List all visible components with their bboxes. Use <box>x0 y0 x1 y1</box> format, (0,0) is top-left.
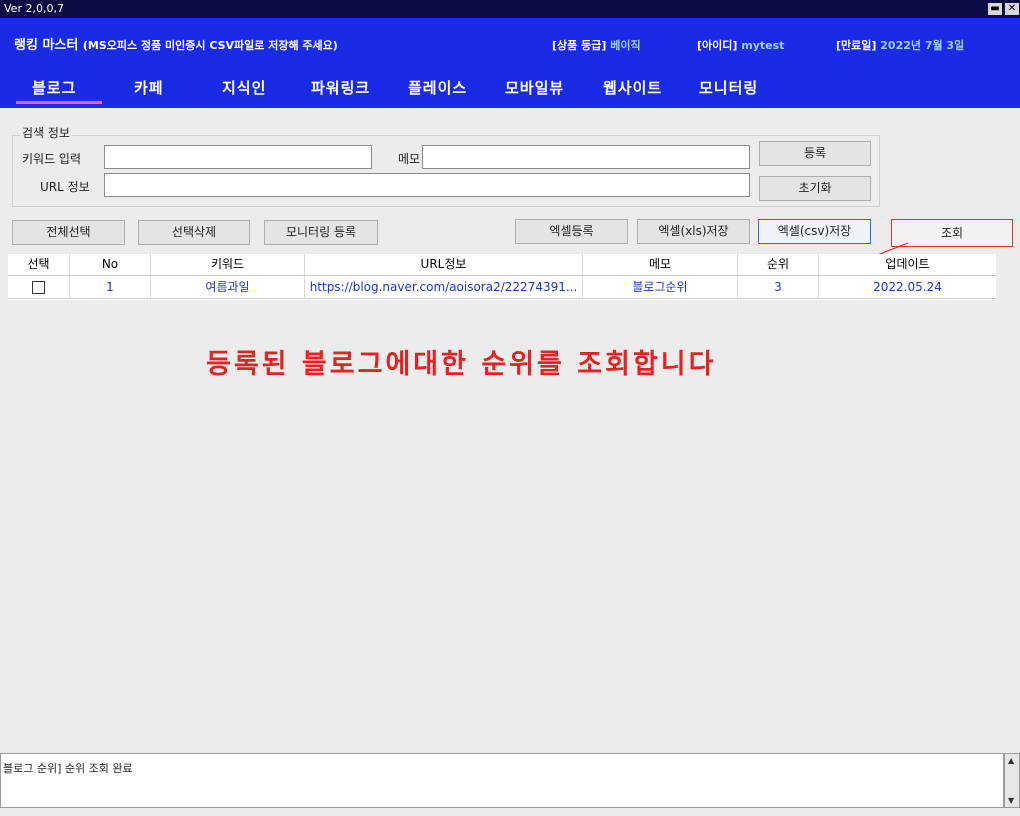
tab-website[interactable]: 웹사이트 <box>603 76 662 100</box>
row-no: 1 <box>70 276 151 298</box>
reset-button[interactable]: 초기화 <box>759 176 871 201</box>
active-tab-indicator <box>16 101 102 104</box>
tab-place[interactable]: 플레이스 <box>408 76 467 100</box>
register-monitoring-button[interactable]: 모니터링 등록 <box>264 220 378 245</box>
app-name: 랭킹 마스터 <box>14 38 79 53</box>
delete-selected-button[interactable]: 선택삭제 <box>138 220 250 245</box>
row-keyword: 여름과일 <box>151 276 305 298</box>
expiry-label: [만료일] <box>836 39 877 52</box>
search-info-legend: 검색 정보 <box>20 124 72 141</box>
keyword-label: 키워드 입력 <box>22 152 82 166</box>
log-scrollbar[interactable]: ▲ ▼ <box>1004 753 1020 808</box>
memo-label: 메모 <box>398 152 421 166</box>
row-url: https://blog.naver.com/aoisora2/22274391… <box>305 276 583 298</box>
annotation-text: 등록된 블로그에대한 순위를 조회합니다 <box>206 349 717 380</box>
id-label: [아이디] <box>697 39 738 52</box>
select-all-button[interactable]: 전체선택 <box>12 220 125 245</box>
memo-input[interactable] <box>422 145 750 169</box>
excel-xls-save-button[interactable]: 엑셀(xls)저장 <box>637 219 750 244</box>
row-checkbox-cell[interactable] <box>8 276 70 298</box>
column-header-url[interactable]: URL정보 <box>305 254 583 275</box>
tab-mobile-view[interactable]: 모바일뷰 <box>505 76 564 100</box>
row-updated: 2022.05.24 <box>873 280 942 294</box>
result-table: 선택 No 키워드 URL정보 메모 순위 업데이트 1 여름과일 https:… <box>8 254 996 300</box>
scroll-up-icon[interactable]: ▲ <box>1008 756 1014 765</box>
id-value: mytest <box>741 39 785 52</box>
keyword-input[interactable] <box>104 145 372 169</box>
close-icon[interactable]: ✕ <box>1005 3 1019 15</box>
column-header-updated[interactable]: 업데이트 <box>819 254 996 275</box>
register-button[interactable]: 등록 <box>759 141 871 166</box>
expiry-value: 2022년 7월 3일 <box>880 39 965 52</box>
tab-monitoring[interactable]: 모니터링 <box>699 76 758 100</box>
excel-register-button[interactable]: 엑셀등록 <box>515 219 628 244</box>
row-memo: 블로그순위 <box>583 276 738 298</box>
url-input[interactable] <box>104 173 750 197</box>
grade-label: [상품 등급] <box>552 39 607 52</box>
url-label: URL 정보 <box>40 180 90 194</box>
app-window: Ver 2,0,0,7 ▬ ✕ 랭킹 마스터 (MS오피스 정품 미인증시 CS… <box>0 0 1020 816</box>
column-header-memo[interactable]: 메모 <box>583 254 738 275</box>
tab-jisikin[interactable]: 지식인 <box>222 76 266 100</box>
row-rank: 3 <box>738 276 819 298</box>
column-header-rank[interactable]: 순위 <box>738 254 819 275</box>
log-box: 블로그 순위] 순위 조회 완료 <box>0 753 1004 808</box>
minimize-icon[interactable]: ▬ <box>988 3 1002 15</box>
table-row[interactable]: 1 여름과일 https://blog.naver.com/aoisora2/2… <box>8 276 996 299</box>
tab-blog[interactable]: 블로그 <box>32 76 76 100</box>
title-bar: Ver 2,0,0,7 ▬ ✕ <box>0 0 1020 18</box>
row-checkbox[interactable] <box>32 281 45 294</box>
version-label: Ver 2,0,0,7 <box>4 2 64 15</box>
log-text: 블로그 순위] 순위 조회 완료 <box>3 762 133 775</box>
column-header-keyword[interactable]: 키워드 <box>151 254 305 275</box>
table-header: 선택 No 키워드 URL정보 메모 순위 업데이트 <box>8 254 996 276</box>
notice-text: (MS오피스 정품 미인증시 CSV파일로 저장해 주세요) <box>82 39 338 52</box>
app-header: 랭킹 마스터 (MS오피스 정품 미인증시 CSV파일로 저장해 주세요) [상… <box>0 18 1020 108</box>
tab-powerlink[interactable]: 파워링크 <box>311 76 370 100</box>
scroll-down-icon[interactable]: ▼ <box>1008 796 1014 805</box>
tab-bar: 블로그 카페 지식인 파워링크 플레이스 모바일뷰 웹사이트 모니터링 <box>0 76 1020 108</box>
column-header-no[interactable]: No <box>70 254 151 275</box>
column-header-select[interactable]: 선택 <box>8 254 70 275</box>
grade-value: 베이직 <box>610 39 641 52</box>
tab-cafe[interactable]: 카페 <box>134 76 164 100</box>
